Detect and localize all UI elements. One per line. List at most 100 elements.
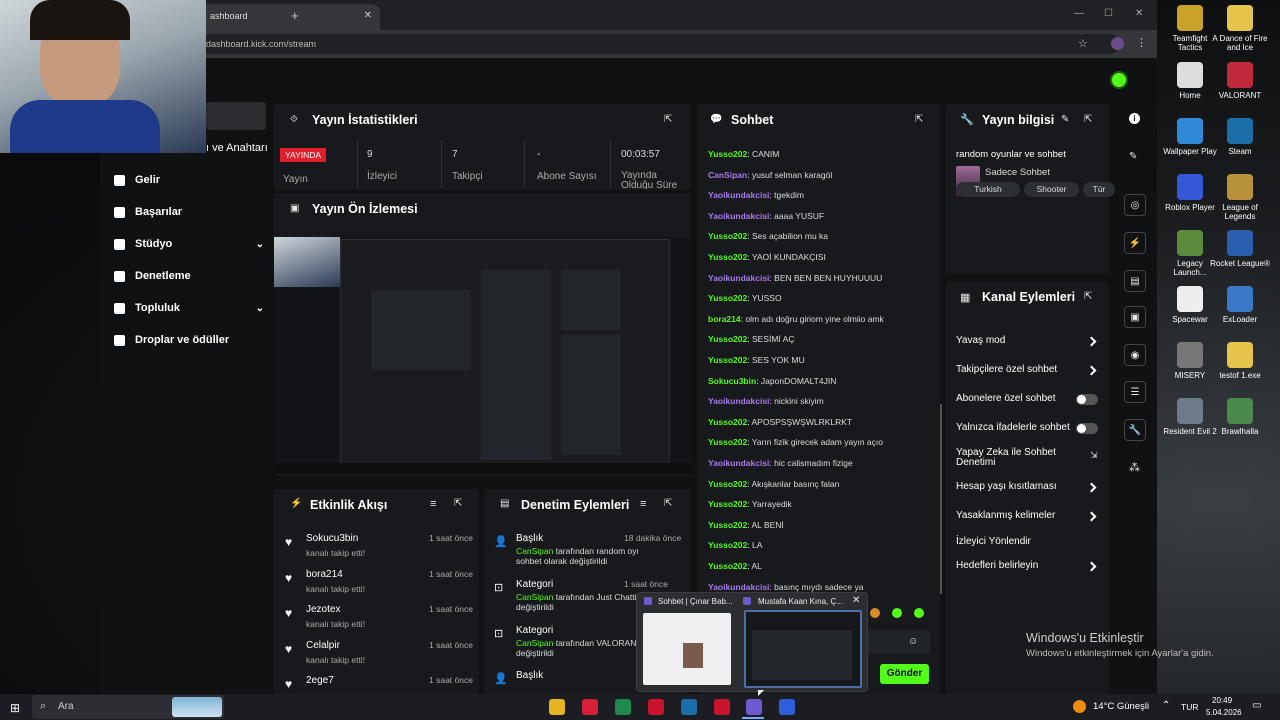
filter-icon[interactable]: ≡ [640, 498, 646, 510]
chat-username[interactable]: Yaoikundakcisi [708, 396, 769, 406]
file-explorer-icon[interactable] [549, 699, 565, 715]
chat-username[interactable]: Yaoikundakcisi [708, 211, 769, 221]
chat-username[interactable]: Yusso202 [708, 540, 747, 550]
app-icon[interactable] [779, 699, 795, 715]
clock-date[interactable]: 5.04.2026 [1206, 708, 1242, 717]
popout-icon[interactable]: ⇱ [1084, 114, 1092, 125]
profile-avatar[interactable] [1111, 37, 1124, 50]
action-item-label[interactable]: İzleyici Yönlendir [956, 537, 1076, 547]
emote-icon[interactable] [914, 608, 924, 618]
maximize-icon[interactable]: ☐ [1104, 8, 1113, 19]
action-item-label[interactable]: Takipçilere özel sohbet [956, 365, 1076, 375]
chat-username[interactable]: bora214 [708, 314, 741, 324]
tray-chevron-icon[interactable]: ⌃ [1162, 700, 1170, 711]
filter-icon[interactable]: ≡ [430, 498, 436, 510]
desktop-icon[interactable]: VALORANT [1210, 62, 1270, 100]
action-item-label[interactable]: Yasaklanmış kelimeler [956, 511, 1076, 521]
action-item-label[interactable]: Yavaş mod [956, 336, 1076, 346]
dots-icon[interactable]: ⁂ [1129, 461, 1140, 474]
external-link-icon[interactable]: ⇲ [1090, 450, 1098, 461]
chat-username[interactable]: Yusso202 [708, 149, 747, 159]
action-item-label[interactable]: Hedefleri belirleyin [956, 561, 1076, 571]
chat-username[interactable]: Yusso202 [708, 293, 747, 303]
close-window-icon[interactable]: ✕ [1135, 8, 1143, 19]
chevron-down-icon[interactable]: ⌄ [256, 239, 264, 250]
toggle-switch[interactable] [1076, 423, 1098, 434]
tag-chip[interactable]: Turkish [956, 182, 1020, 197]
action-item-label[interactable]: Yapay Zeka ile Sohbet Denetimi [956, 448, 1076, 468]
tag-chip[interactable]: Shooter [1024, 182, 1079, 197]
new-tab-icon[interactable]: + [291, 8, 299, 23]
emote-icon[interactable] [892, 608, 902, 618]
desktop-icon[interactable]: Brawlhalla [1210, 398, 1270, 436]
chat-username[interactable]: Yaoikundakcisi [708, 582, 769, 592]
emote-icon[interactable] [870, 608, 880, 618]
valorant-icon[interactable] [714, 699, 730, 715]
sidebar-item-2[interactable]: Stüdyo ⌄ [114, 230, 274, 258]
desktop-icon[interactable]: testof 1.exe [1210, 342, 1270, 380]
sidebar-item-0[interactable]: Gelir [114, 166, 274, 194]
rail-button[interactable]: ◎ [1124, 194, 1146, 216]
browser-menu-icon[interactable]: ⋮ [1136, 36, 1147, 49]
chat-username[interactable]: Yusso202 [708, 252, 747, 262]
notification-icon[interactable]: ▭ [1252, 700, 1261, 711]
popout-icon[interactable]: ⇱ [664, 498, 672, 509]
rail-button[interactable]: ▤ [1124, 270, 1146, 292]
weather-text[interactable]: 14°C Güneşli [1093, 701, 1149, 712]
rail-button[interactable]: ⚡ [1124, 232, 1146, 254]
sidebar-active-item[interactable] [206, 102, 266, 130]
thumbnail-1[interactable] [643, 613, 731, 685]
desktop-icon[interactable]: Steam [1210, 118, 1270, 156]
chat-username[interactable]: Yusso202 [708, 561, 747, 571]
chat-username[interactable]: Yusso202 [708, 520, 747, 530]
chat-username[interactable]: Sokucu3bin [708, 376, 756, 386]
teams-icon[interactable] [746, 699, 762, 715]
sidebar-item-4[interactable]: Topluluk ⌄ [114, 294, 274, 322]
edit-icon[interactable]: ✎ [1061, 114, 1069, 125]
browser-tab[interactable]: ashboard ✕ [200, 4, 380, 30]
url-field[interactable]: dashboard.kick.com/stream [200, 34, 1120, 54]
rail-button[interactable]: ◉ [1124, 344, 1146, 366]
sidebar-item-3[interactable]: Denetleme [114, 262, 274, 290]
clock-time[interactable]: 20:49 [1212, 696, 1232, 705]
windows-start-icon[interactable]: ⊞ [10, 701, 20, 715]
user-avatar[interactable] [1110, 71, 1128, 89]
desktop-icon[interactable]: Rocket League® [1210, 230, 1270, 268]
popout-icon[interactable]: ⇱ [1084, 291, 1092, 302]
chat-username[interactable]: Yusso202 [708, 479, 747, 489]
desktop-icon[interactable]: League of Legends [1210, 174, 1270, 221]
sidebar-item-5[interactable]: Droplar ve ödüller [114, 326, 274, 354]
close-tab-icon[interactable]: ✕ [364, 10, 372, 21]
popout-icon[interactable]: ⇱ [664, 114, 672, 125]
toggle-switch[interactable] [1076, 394, 1098, 405]
pencil-icon[interactable]: ✎ [1129, 151, 1137, 162]
bookmark-star-icon[interactable]: ☆ [1078, 37, 1088, 50]
chat-username[interactable]: Yusso202 [708, 417, 747, 427]
chat-username[interactable]: Yusso202 [708, 231, 747, 241]
chat-username[interactable]: Yusso202 [708, 355, 747, 365]
action-item-label[interactable]: Yalnızca ifadelerle sohbet [956, 423, 1076, 433]
emoji-icon[interactable]: ☺ [908, 636, 918, 647]
chat-username[interactable]: Yusso202 [708, 499, 747, 509]
rail-button[interactable]: 🔧 [1124, 419, 1146, 441]
sidebar-item-1[interactable]: Başarılar [114, 198, 274, 226]
minimize-icon[interactable]: — [1074, 8, 1084, 19]
preview-video[interactable] [274, 237, 691, 474]
tag-chip[interactable]: Tür [1083, 182, 1115, 197]
chat-input[interactable] [866, 630, 930, 654]
chat-username[interactable]: CanSipan [708, 170, 747, 180]
popout-icon[interactable]: ⇱ [454, 498, 462, 509]
chat-scrollbar[interactable] [940, 404, 942, 594]
app-icon[interactable] [648, 699, 664, 715]
chat-username[interactable]: Yaoikundakcisi [708, 458, 769, 468]
action-item-label[interactable]: Abonelere özel sohbet [956, 394, 1076, 404]
thumbnail-2[interactable] [744, 610, 862, 688]
info-icon[interactable]: i [1129, 113, 1140, 124]
chat-username[interactable]: Yaoikundakcisi [708, 190, 769, 200]
desktop-icon[interactable]: ExLoader [1210, 286, 1270, 324]
popout-icon[interactable]: ⇱ [915, 114, 923, 125]
chat-username[interactable]: Yaoikundakcisi [708, 273, 769, 283]
desktop-icon[interactable]: A Dance of Fire and Ice [1210, 5, 1270, 52]
rail-button[interactable]: ☰ [1124, 381, 1146, 403]
language-indicator[interactable]: TUR [1181, 702, 1198, 712]
